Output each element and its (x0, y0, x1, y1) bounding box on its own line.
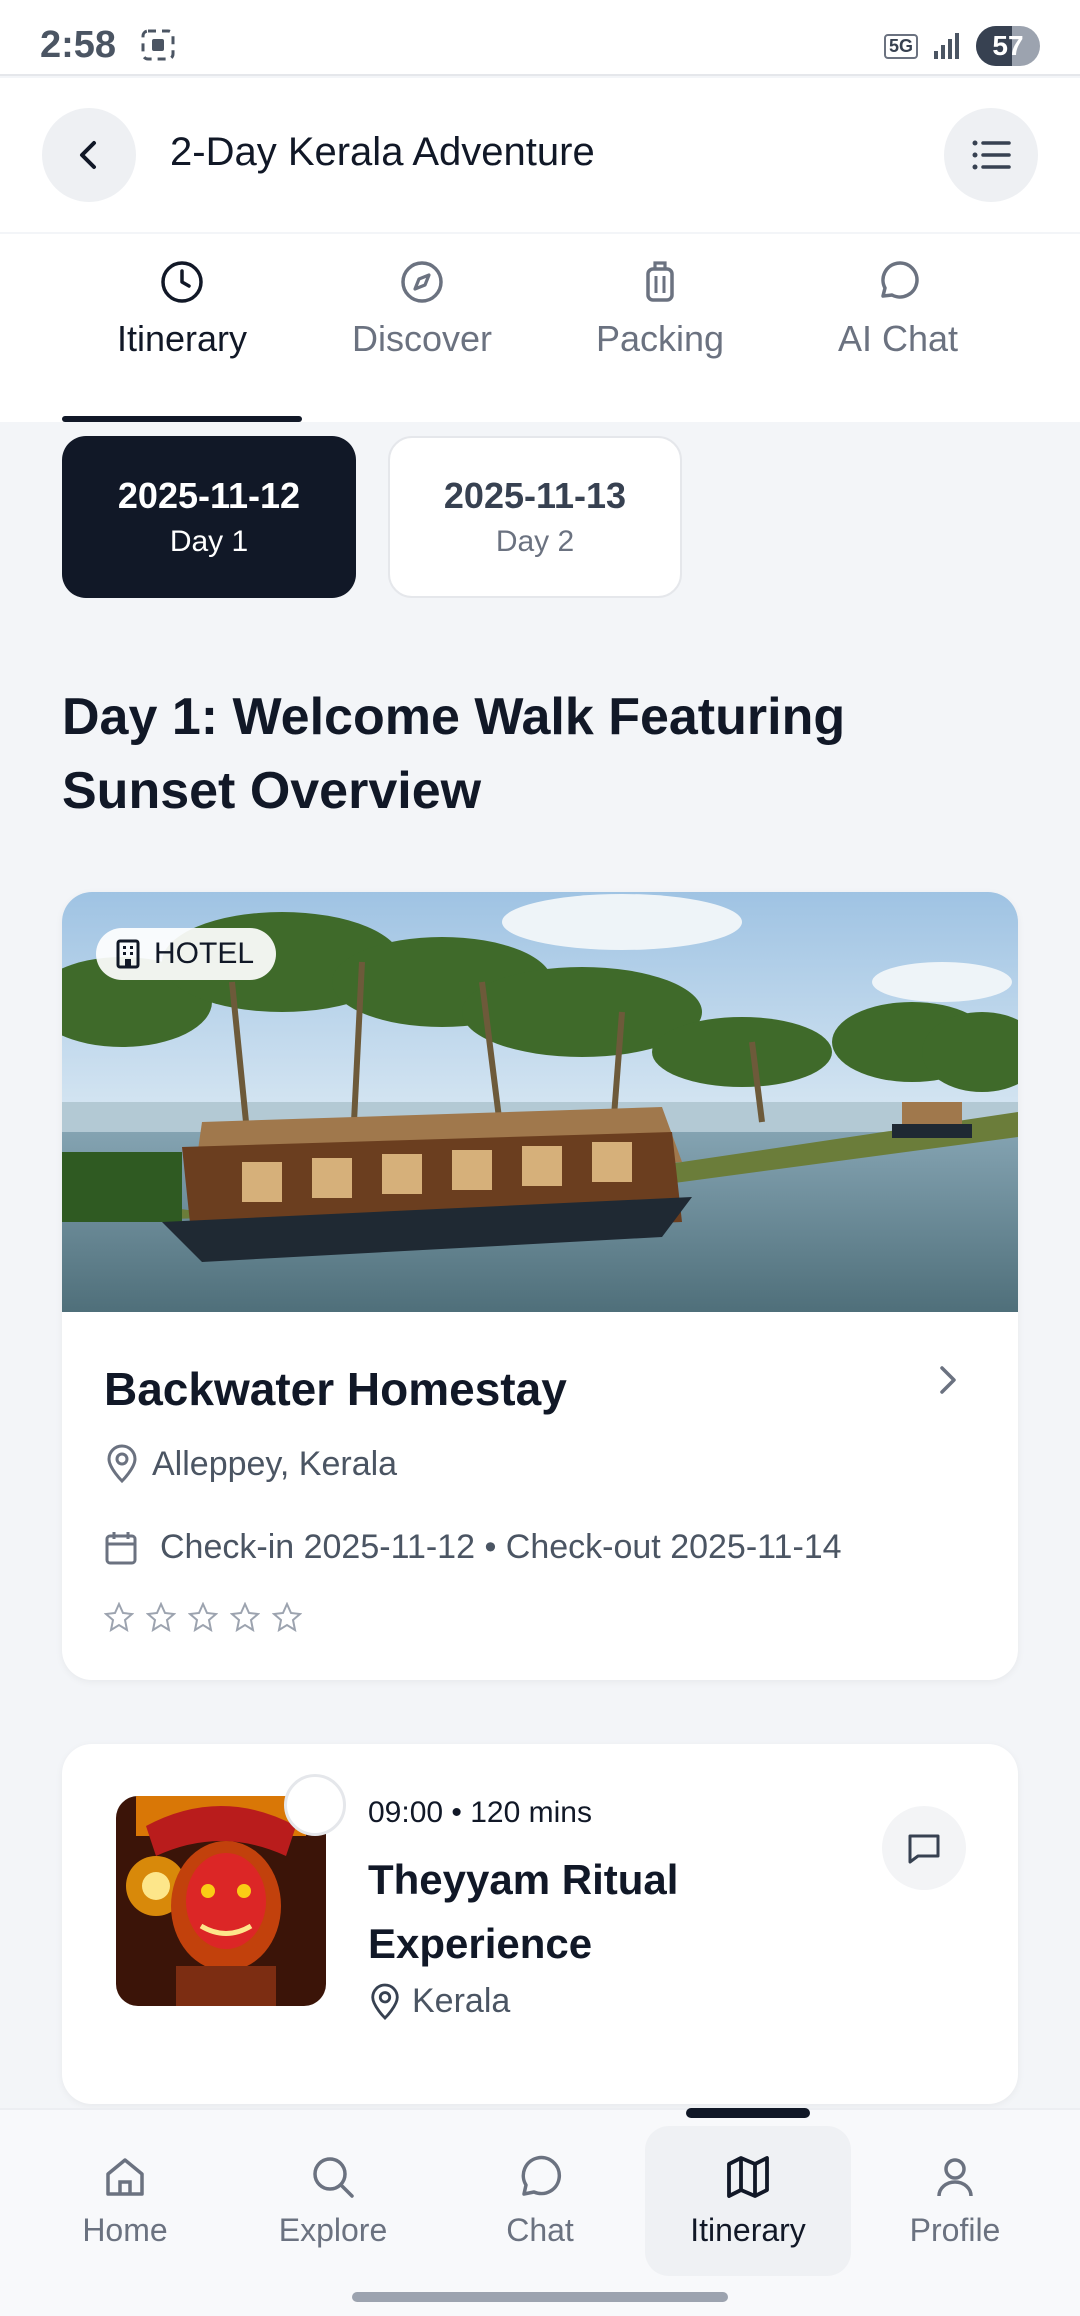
tab-label: Packing (595, 318, 725, 359)
day-date: 2025-11-12 (117, 475, 301, 516)
activity-location: Kerala (368, 1982, 510, 2021)
gesture-bar[interactable] (352, 2292, 728, 2302)
activity-title: Theyyam Ritual Experience (368, 1856, 679, 1967)
map-pin-icon (107, 1444, 137, 1484)
rating-stars[interactable] (104, 1602, 302, 1632)
nav-itinerary[interactable]: Itinerary (645, 2126, 851, 2276)
hotel-type-badge: HOTEL (96, 928, 277, 980)
network-type: 5G (883, 33, 918, 59)
map-pin-icon (371, 1983, 399, 2020)
day-chip-1[interactable]: 2025-11-12 Day 1 (62, 436, 356, 598)
location-text: Kerala (412, 1982, 511, 2020)
building-icon (116, 939, 140, 969)
search-icon (313, 2157, 354, 2198)
active-tab-indicator (62, 416, 302, 422)
nav-label: Explore (278, 2212, 388, 2248)
nav-explore[interactable]: Explore (230, 2126, 436, 2276)
tab-label: Discover (351, 318, 493, 359)
status-time: 2:58 (40, 24, 117, 66)
tab-itinerary[interactable]: Itinerary (62, 254, 302, 394)
message-square-icon (908, 1834, 940, 1864)
star-icon[interactable] (272, 1602, 302, 1632)
status-icons: 5G 57 (883, 24, 1040, 68)
nav-label: Itinerary (690, 2212, 806, 2248)
nav-home[interactable]: Home (22, 2126, 228, 2276)
star-icon[interactable] (188, 1602, 218, 1632)
nav-profile[interactable]: Profile (852, 2126, 1058, 2276)
star-icon[interactable] (230, 1602, 260, 1632)
signal-icon (934, 33, 959, 59)
tab-label: Itinerary (116, 318, 248, 359)
screenshot-icon (141, 29, 175, 61)
day-date: 2025-11-13 (443, 475, 627, 516)
badge-label: HOTEL (154, 937, 255, 970)
profile-icon (937, 2158, 973, 2197)
star-icon[interactable] (146, 1602, 176, 1632)
activity-card[interactable]: 09:00 • 120 mins Theyyam Ritual Experien… (62, 1744, 1018, 2104)
status-bar: 2:58 5G 57 (0, 0, 1080, 76)
menu-button[interactable] (944, 108, 1038, 202)
hotel-location: Alleppey, Kerala (104, 1444, 397, 1484)
activity-chat-button[interactable] (882, 1806, 966, 1890)
nav-label: Profile (909, 2212, 1001, 2248)
active-nav-indicator (686, 2108, 810, 2118)
activity-time: 09:00 • 120 mins (368, 1796, 592, 1829)
battery-icon: 57 (976, 26, 1040, 66)
chevron-right-icon[interactable] (928, 1360, 968, 1400)
calendar-icon (105, 1531, 137, 1564)
day-chip-2[interactable]: 2025-11-13 Day 2 (388, 436, 682, 598)
compass-icon (401, 261, 443, 303)
nav-chat[interactable]: Chat (437, 2126, 643, 2276)
hotel-card[interactable]: HOTEL Backwater Homestay Alleppey, Keral… (62, 892, 1018, 1680)
chat-icon (521, 2155, 562, 2196)
bottom-navigation: Home Explore Chat Itinerary Profile (0, 2108, 1080, 2316)
check-in-out-text: Check-in 2025-11-12 • Check-out 2025-11-… (160, 1528, 842, 1566)
list-icon (972, 140, 1011, 170)
hotel-dates: Check-in 2025-11-12 • Check-out 2025-11-… (104, 1528, 842, 1567)
back-button[interactable] (42, 108, 136, 202)
tab-label: AI Chat (837, 318, 959, 359)
map-icon (727, 2156, 769, 2198)
home-icon (106, 2158, 144, 2196)
tab-discover[interactable]: Discover (302, 254, 542, 394)
chat-bubble-icon (881, 261, 919, 299)
star-icon[interactable] (104, 1602, 134, 1632)
clock-icon (161, 261, 203, 303)
app-header: 2-Day Kerala Adventure (0, 78, 1080, 232)
location-text: Alleppey, Kerala (152, 1444, 398, 1483)
page-title: 2-Day Kerala Adventure (170, 130, 595, 174)
activity-complete-checkbox[interactable] (284, 1774, 346, 1836)
battery-level: 57 (992, 30, 1024, 61)
chevron-left-icon (80, 141, 96, 169)
trip-tabs: Itinerary Discover Packing AI Chat (0, 234, 1080, 422)
nav-label: Home (82, 2212, 168, 2248)
day-title: Day 1: Welcome Walk Featuring Sunset Ove… (62, 688, 846, 820)
tab-packing[interactable]: Packing (540, 254, 780, 394)
tab-ai-chat[interactable]: AI Chat (778, 254, 1018, 394)
nav-label: Chat (506, 2212, 574, 2248)
day-label: Day 1 (169, 525, 249, 558)
hotel-name: Backwater Homestay (104, 1363, 567, 1415)
luggage-icon (646, 261, 674, 302)
day-label: Day 2 (495, 525, 575, 558)
